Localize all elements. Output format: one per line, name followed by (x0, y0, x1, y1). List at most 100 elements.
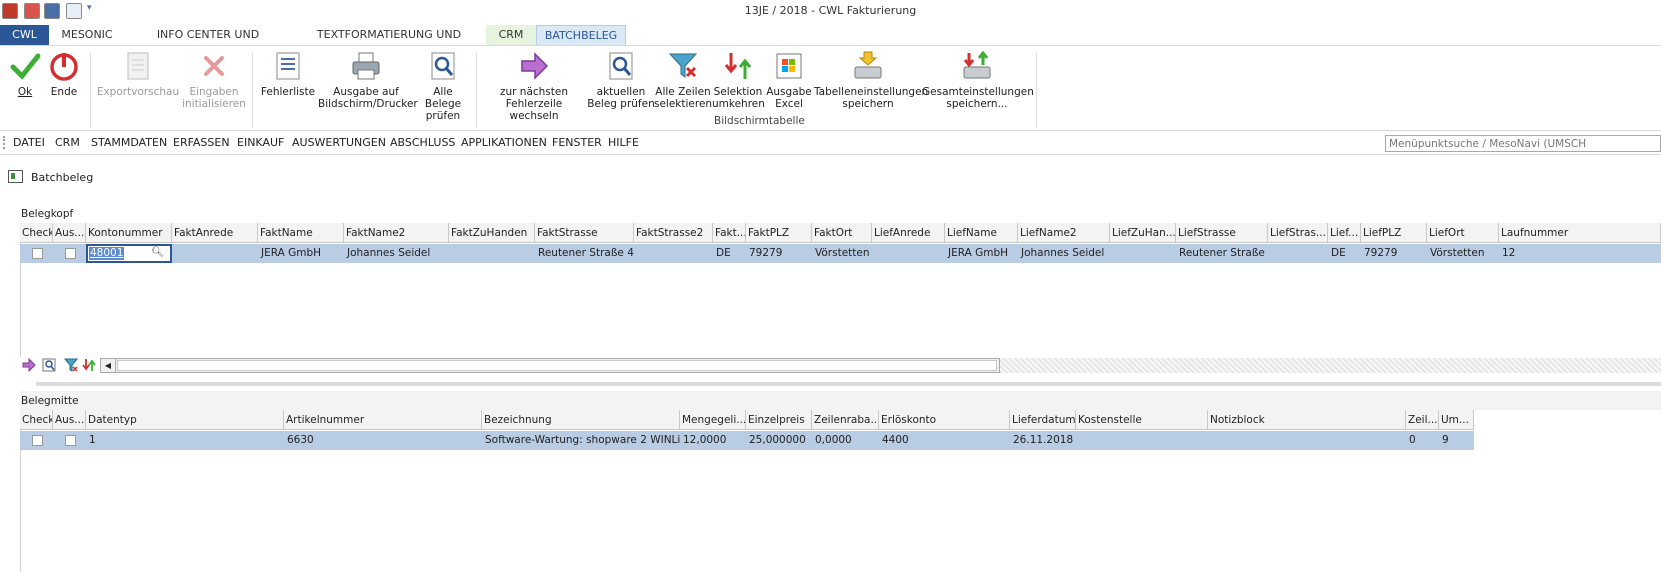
row-checkbox[interactable] (65, 248, 76, 259)
column-header[interactable]: LiefStras... (1268, 223, 1328, 243)
row-checkbox[interactable] (32, 435, 43, 446)
eingaben-initialisieren-button[interactable]: Eingaben initialisieren (180, 50, 248, 110)
table-cell[interactable]: Software-Wartung: shopware 2 WINLin... (482, 431, 680, 449)
invert-selection-icon[interactable] (82, 358, 96, 372)
table-cell[interactable]: 1 (86, 431, 284, 449)
table-cell[interactable]: Johannes Seidel (1018, 244, 1110, 262)
ok-button[interactable]: Ok (6, 50, 44, 98)
column-header[interactable]: LiefName2 (1018, 223, 1110, 243)
column-header[interactable]: Lief... (1328, 223, 1361, 243)
column-header[interactable]: FaktAnrede (172, 223, 258, 243)
scroll-left-icon[interactable]: ◀ (101, 359, 116, 372)
tab-mesonic[interactable]: MESONIC (54, 25, 120, 45)
menu-datei[interactable]: DATEI (13, 136, 45, 149)
column-header[interactable]: Aus... (53, 223, 86, 243)
menu-stammdaten[interactable]: STAMMDATEN (91, 136, 167, 149)
table-cell[interactable]: DE (713, 244, 746, 262)
column-header[interactable]: FaktZuHanden (449, 223, 535, 243)
table-cell[interactable]: JERA GmbH (258, 244, 344, 262)
splitter[interactable] (36, 382, 1661, 386)
table-cell[interactable]: 26.11.2018 (1010, 431, 1076, 449)
column-header[interactable]: LiefAnrede (872, 223, 945, 243)
table-cell[interactable]: JERA GmbH (945, 244, 1018, 262)
column-header[interactable]: Lieferdatum (1010, 410, 1076, 430)
kontonummer-input[interactable]: 48001 🔍︎ (86, 244, 172, 263)
alle-zeilen-selektieren-button[interactable]: Alle Zeilen selektieren (654, 50, 712, 110)
column-header[interactable]: Bezeichnung (482, 410, 680, 430)
table-cell[interactable]: Vörstetten (1427, 244, 1499, 262)
column-header[interactable]: LiefPLZ (1361, 223, 1427, 243)
column-header[interactable]: FaktStrasse (535, 223, 634, 243)
table-cell[interactable]: 12 (1499, 244, 1559, 262)
table-cell[interactable]: 25,000000 (746, 431, 812, 449)
ausgabe-excel-button[interactable]: Ausgabe Excel (764, 50, 814, 110)
column-header[interactable]: Laufnummer (1499, 223, 1661, 243)
table-cell[interactable]: 12,0000 (680, 431, 746, 449)
table-cell[interactable]: 79279 (746, 244, 812, 262)
table-cell[interactable]: 9 (1439, 431, 1474, 449)
ausgabe-drucker-button[interactable]: Ausgabe auf Bildschirm/Drucker (318, 50, 418, 110)
table-cell[interactable]: DE (1328, 244, 1361, 262)
column-header[interactable]: LiefZuHan... (1110, 223, 1176, 243)
next-error-icon[interactable] (22, 357, 36, 373)
naechste-fehlerzeile-button[interactable]: zur nächsten Fehlerzeile wechseln (482, 50, 586, 122)
column-header[interactable]: Um... (1439, 410, 1474, 430)
row-checkbox[interactable] (65, 435, 76, 446)
lookup-icon[interactable]: 🔍︎ (151, 247, 164, 258)
gesamteinstellungen-speichern-button[interactable]: Gesamteinstellungen speichern... (922, 50, 1034, 110)
select-all-rows-icon[interactable] (63, 358, 79, 372)
menu-einkauf[interactable]: EINKAUF (237, 136, 284, 149)
menu-search-input[interactable]: Menüpunktsuche / MesoNavi (UMSCH (1385, 135, 1661, 152)
menu-applikationen[interactable]: APPLIKATIONEN (461, 136, 547, 149)
selektion-umkehren-button[interactable]: Selektion umkehren (712, 50, 765, 110)
column-header[interactable]: Fakt... (713, 223, 746, 243)
column-header[interactable]: FaktName (258, 223, 344, 243)
column-header[interactable]: Check (20, 410, 53, 430)
table-cell[interactable]: 0 (1406, 431, 1439, 449)
table-cell[interactable]: Johannes Seidel (344, 244, 449, 262)
column-header[interactable]: Aus... (53, 410, 86, 430)
column-header[interactable]: LiefName (945, 223, 1018, 243)
column-header[interactable]: LiefStrasse (1176, 223, 1268, 243)
column-header[interactable]: Erlöskonto (879, 410, 1010, 430)
column-header[interactable]: Zeil... (1406, 410, 1439, 430)
tab-textformatierung[interactable]: TEXTFORMATIERUNG UND TOOLS (300, 25, 478, 61)
exportvorschau-button[interactable]: Exportvorschau (96, 50, 180, 98)
column-header[interactable]: Kostenstelle (1076, 410, 1208, 430)
menu-abschluss[interactable]: ABSCHLUSS (390, 136, 455, 149)
column-header[interactable]: Einzelpreis (746, 410, 812, 430)
tab-crm[interactable]: CRM (486, 25, 536, 45)
tabelleneinstellungen-speichern-button[interactable]: Tabelleneinstellungen speichern (814, 50, 928, 110)
column-header[interactable]: Zeilenraba... (812, 410, 879, 430)
column-header[interactable]: Notizblock (1208, 410, 1406, 430)
horizontal-scrollbar[interactable]: ◀ (100, 358, 1000, 373)
column-header[interactable]: FaktPLZ (746, 223, 812, 243)
column-header[interactable]: Artikelnummer (284, 410, 482, 430)
table-cell[interactable]: 79279 (1361, 244, 1427, 262)
table-cell[interactable]: 0,0000 (812, 431, 879, 449)
table-cell[interactable]: Reutener Straße 4 (1176, 244, 1268, 262)
fehlerliste-button[interactable]: Fehlerliste (258, 50, 318, 98)
tab-batchbeleg[interactable]: BATCHBELEG (536, 25, 626, 45)
menu-crm[interactable]: CRM (55, 136, 80, 149)
menu-fenster[interactable]: FENSTER (552, 136, 602, 149)
table-cell[interactable]: 6630 (284, 431, 482, 449)
column-header[interactable]: LiefOrt (1427, 223, 1499, 243)
menu-hilfe[interactable]: HILFE (608, 136, 639, 149)
tab-cwl[interactable]: CWL (0, 25, 49, 45)
column-header[interactable]: Check (20, 223, 53, 243)
alle-belege-pruefen-button[interactable]: Alle Belege prüfen (414, 50, 472, 122)
column-header[interactable]: FaktStrasse2 (634, 223, 713, 243)
aktuellen-beleg-pruefen-button[interactable]: aktuellen Beleg prüfen (586, 50, 656, 110)
row-checkbox[interactable] (32, 248, 43, 259)
scrollbar-thumb[interactable] (117, 360, 997, 371)
table-cell[interactable]: Reutener Straße 4 (535, 244, 634, 262)
table-cell[interactable]: Vörstetten (812, 244, 872, 262)
tab-info-center[interactable]: INFO CENTER UND MAKROS (133, 25, 283, 61)
column-header[interactable]: FaktName2 (344, 223, 449, 243)
column-header[interactable]: Mengegeli... (680, 410, 746, 430)
check-document-icon[interactable] (42, 358, 56, 372)
ende-button[interactable]: Ende (45, 50, 83, 98)
column-header[interactable]: Kontonummer (86, 223, 172, 243)
menu-auswertungen[interactable]: AUSWERTUNGEN (292, 136, 386, 149)
